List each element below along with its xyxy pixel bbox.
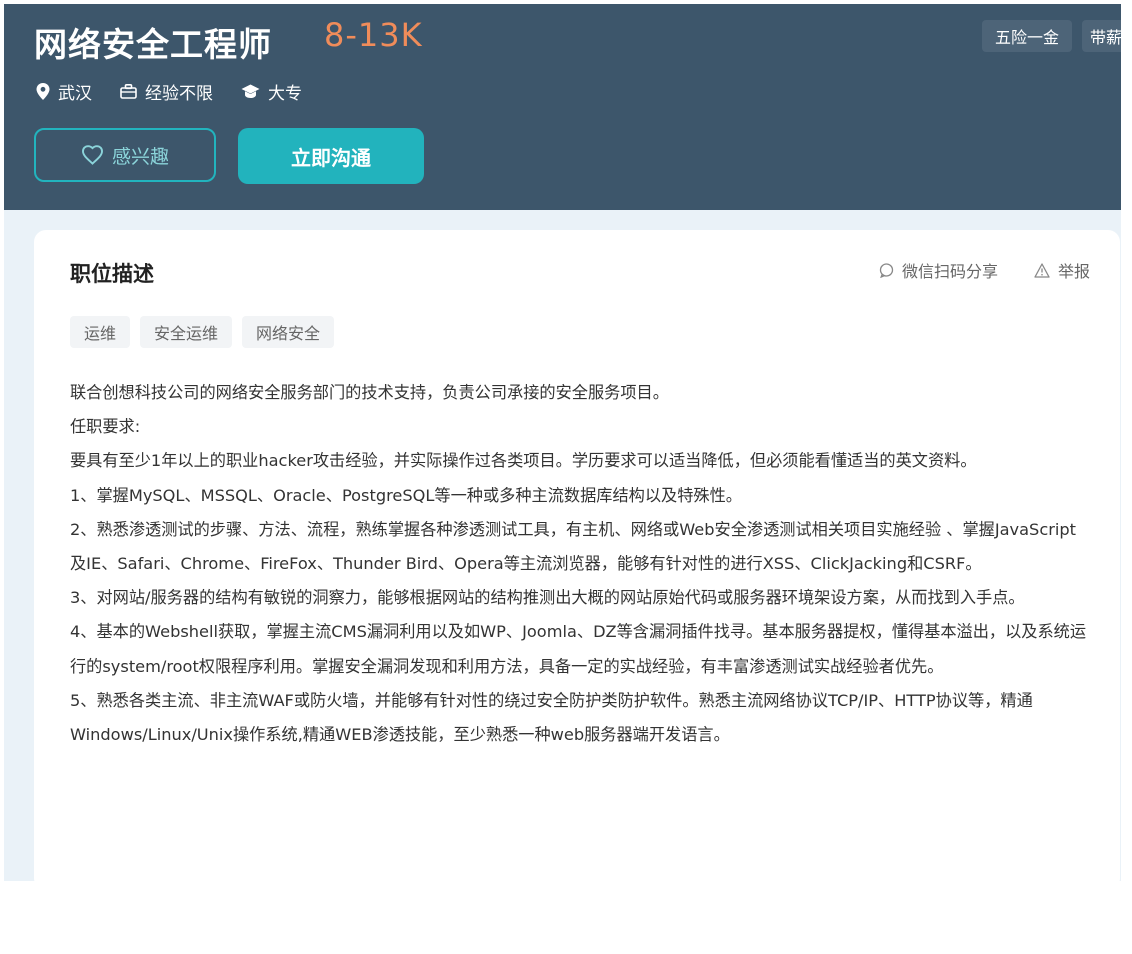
description-paragraph: 3、对网站/服务器的结构有敏锐的洞察力，能够根据网站的结构推测出大概的网站原始代… bbox=[70, 588, 1025, 608]
job-description-card: 职位描述 微信扫码分享 举报 运维 安全运维 网络安全 联合创想科技公司的网络安… bbox=[34, 230, 1120, 881]
interest-label: 感兴趣 bbox=[111, 145, 169, 168]
benefit-tag: 带薪 bbox=[1082, 20, 1121, 52]
salary: 8-13K bbox=[324, 16, 423, 54]
description-paragraph: 2、熟悉渗透测试的步骤、方法、流程，熟练掌握各种渗透测试工具，有主机、网络或We… bbox=[70, 519, 1076, 574]
skill-tag[interactable]: 运维 bbox=[70, 316, 131, 348]
job-meta: 武汉 经验不限 大专 bbox=[36, 78, 330, 104]
job-description-text: 联合创想科技公司的网络安全服务部门的技术支持，负责公司承接的安全服务项目。 任职… bbox=[70, 376, 1088, 752]
interest-button[interactable]: 感兴趣 bbox=[34, 128, 216, 182]
skill-tag[interactable]: 网络安全 bbox=[242, 316, 335, 348]
location-text: 武汉 bbox=[58, 83, 92, 104]
briefcase-icon bbox=[120, 83, 137, 99]
section-title: 职位描述 bbox=[70, 262, 154, 286]
job-header: 网络安全工程师 8-13K 五险一金 带薪 武汉 经验不限 大专 感兴趣 立即沟… bbox=[4, 4, 1121, 210]
share-wechat-button[interactable]: 微信扫码分享 bbox=[879, 258, 998, 282]
skill-tags: 运维 安全运维 网络安全 bbox=[70, 316, 344, 348]
job-title: 网络安全工程师 bbox=[34, 25, 272, 64]
education-text: 大专 bbox=[268, 83, 302, 104]
description-paragraph: 任职要求: bbox=[70, 417, 141, 437]
graduation-cap-icon bbox=[241, 84, 260, 98]
report-label: 举报 bbox=[1057, 262, 1090, 281]
description-paragraph: 联合创想科技公司的网络安全服务部门的技术支持，负责公司承接的安全服务项目。 bbox=[70, 383, 669, 402]
report-button[interactable]: 举报 bbox=[1034, 258, 1090, 282]
meta-education: 大专 bbox=[241, 79, 302, 104]
heart-icon bbox=[82, 145, 103, 165]
experience-text: 经验不限 bbox=[145, 83, 213, 104]
skill-tag[interactable]: 安全运维 bbox=[140, 316, 233, 348]
warning-icon bbox=[1034, 262, 1050, 278]
description-paragraph: 4、基本的Webshell获取，掌握主流CMS漏洞利用以及如WP、Joomla、… bbox=[70, 622, 1087, 676]
card-actions: 微信扫码分享 举报 bbox=[843, 258, 1090, 282]
chat-bubble-icon bbox=[879, 262, 894, 278]
description-paragraph: 5、熟悉各类主流、非主流WAF或防火墙，并能够有针对性的绕过安全防护类防护软件。… bbox=[70, 690, 1033, 745]
description-paragraph: 1、掌握MySQL、MSSQL、Oracle、PostgreSQL等一种或多种主… bbox=[70, 485, 742, 505]
description-paragraph: 要具有至少1年以上的职业hacker攻击经验，并实际操作过各类项目。学历要求可以… bbox=[70, 451, 977, 471]
meta-experience: 经验不限 bbox=[120, 79, 213, 104]
benefit-tag: 五险一金 bbox=[982, 20, 1072, 52]
location-pin-icon bbox=[36, 82, 50, 100]
share-label: 微信扫码分享 bbox=[901, 262, 998, 281]
job-detail-frame: 网络安全工程师 8-13K 五险一金 带薪 武汉 经验不限 大专 感兴趣 立即沟… bbox=[4, 4, 1121, 881]
chat-now-button[interactable]: 立即沟通 bbox=[238, 128, 424, 184]
meta-location: 武汉 bbox=[36, 79, 92, 104]
